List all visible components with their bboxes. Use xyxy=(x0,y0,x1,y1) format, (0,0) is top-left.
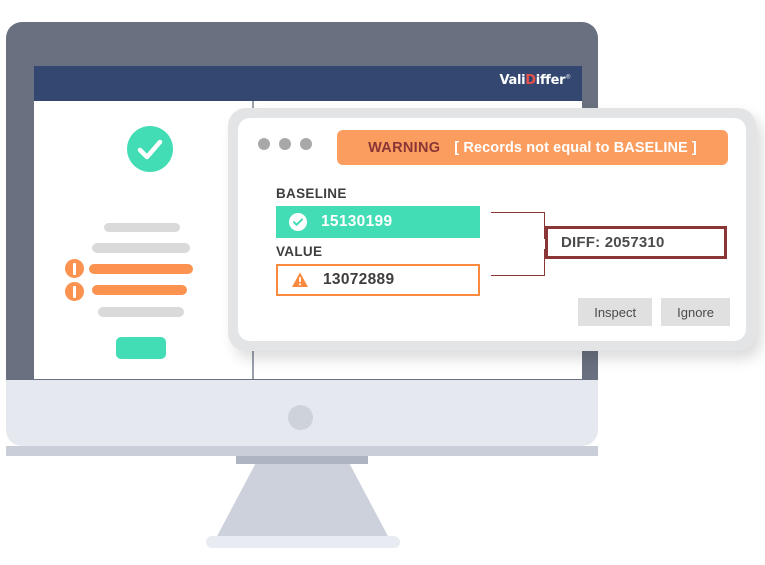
dialog-action-bar: Inspect Ignore xyxy=(578,298,730,326)
minimize-dot-icon[interactable] xyxy=(279,138,291,150)
brand-logo: ValiDiffer® xyxy=(499,73,571,88)
alert-icon xyxy=(65,282,84,301)
warning-banner: WARNING [ Records not equal to BASELINE … xyxy=(337,130,728,165)
alert-icon xyxy=(65,259,84,278)
brand-logo-part3: iffer xyxy=(535,73,566,88)
brand-logo-accent: D xyxy=(525,73,536,88)
connector-line-value xyxy=(491,249,545,276)
ignore-button[interactable]: Ignore xyxy=(661,298,730,326)
value-label: VALUE xyxy=(276,244,323,259)
monitor-power-button[interactable] xyxy=(288,405,313,430)
warning-message-text: [ Records not equal to BASELINE ] xyxy=(454,139,697,156)
baseline-field[interactable]: 15130199 xyxy=(276,206,480,238)
monitor-illustration: ValiDiffer® WARNING [Records not equal … xyxy=(0,0,765,565)
connector-line-baseline xyxy=(491,212,545,239)
placeholder-bar-alert xyxy=(89,264,193,274)
warning-severity-label: WARNING xyxy=(368,139,441,156)
baseline-label: BASELINE xyxy=(276,186,347,201)
app-header-bar: ValiDiffer® xyxy=(34,66,582,101)
check-circle-icon xyxy=(127,126,173,172)
monitor-stand-neck xyxy=(236,456,368,464)
diff-box: DIFF: 2057310 xyxy=(545,226,727,259)
monitor-stand-base xyxy=(206,536,400,548)
placeholder-bar-alert xyxy=(92,285,187,295)
trademark-symbol: ® xyxy=(565,73,571,81)
dialog-panel: WARNING [ Records not equal to BASELINE … xyxy=(238,118,746,341)
placeholder-bar xyxy=(92,243,190,253)
check-circle-icon xyxy=(289,213,307,231)
warning-dialog: WARNING [ Records not equal to BASELINE … xyxy=(228,108,756,351)
maximize-dot-icon[interactable] xyxy=(300,138,312,150)
close-dot-icon[interactable] xyxy=(258,138,270,150)
baseline-value: 15130199 xyxy=(321,213,393,230)
placeholder-bar xyxy=(104,223,180,232)
primary-action-button[interactable] xyxy=(116,337,166,359)
placeholder-bar xyxy=(98,307,184,317)
window-controls xyxy=(258,138,312,150)
value-number: 13072889 xyxy=(323,271,395,288)
warning-triangle-icon xyxy=(291,271,309,289)
diff-text: DIFF: 2057310 xyxy=(561,234,665,251)
brand-logo-part1: Vali xyxy=(499,73,526,88)
monitor-stand xyxy=(215,464,390,540)
inspect-button[interactable]: Inspect xyxy=(578,298,653,326)
value-field[interactable]: 13072889 xyxy=(276,264,480,296)
monitor-chin-shadow xyxy=(6,446,598,456)
